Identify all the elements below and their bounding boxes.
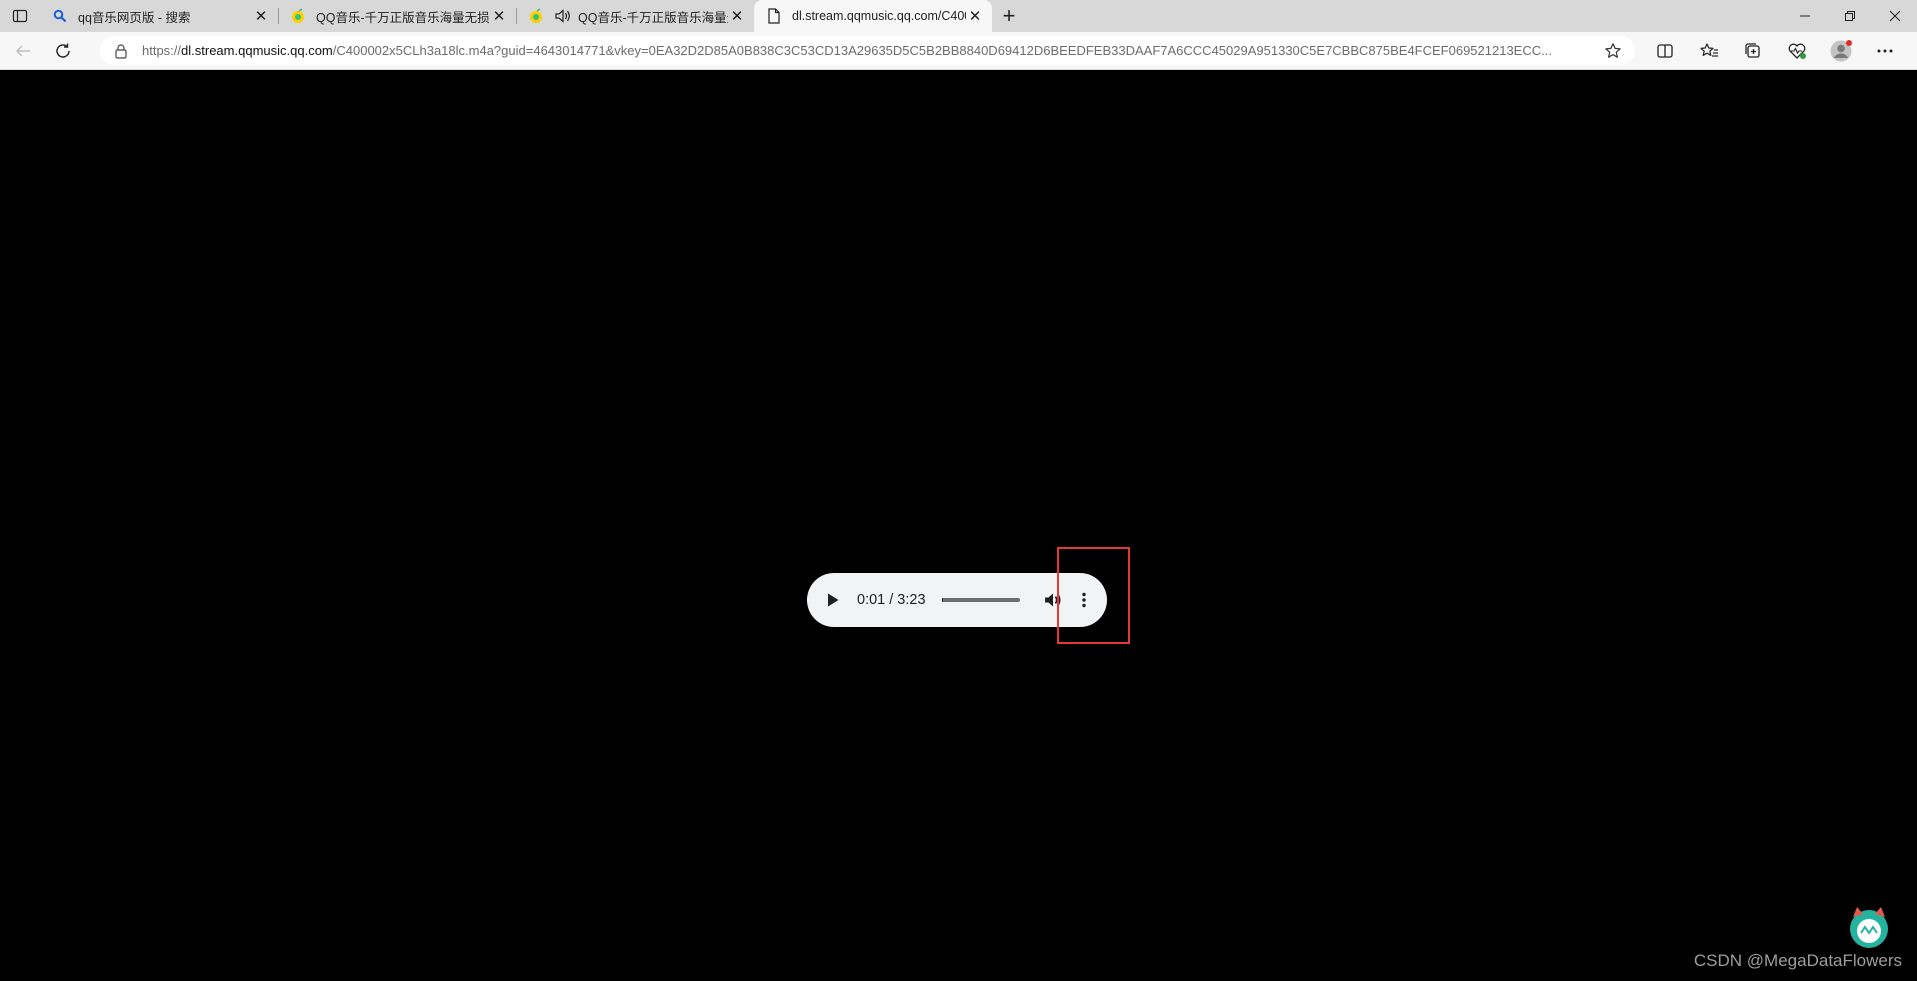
- close-window-icon: [1889, 10, 1900, 22]
- play-button[interactable]: [823, 590, 843, 610]
- close-icon[interactable]: ✕: [490, 7, 508, 25]
- tab-title: qq音乐网页版 - 搜索: [78, 10, 191, 25]
- seek-slider[interactable]: [941, 598, 1020, 602]
- tab-actions-button[interactable]: [0, 0, 40, 32]
- window-controls: [1782, 0, 1917, 32]
- watermark-text: CSDN @MegaDataFlowers: [1693, 951, 1902, 970]
- qq-music-icon: [528, 8, 544, 24]
- close-icon[interactable]: ✕: [966, 7, 984, 25]
- url-host: dl.stream.qqmusic.qq.com: [181, 43, 333, 58]
- star-icon: [1605, 42, 1621, 58]
- search-icon: [52, 8, 68, 24]
- favorites-icon: [1700, 43, 1718, 57]
- tab-search[interactable]: qq音乐网页版 - 搜索 ✕: [40, 0, 278, 32]
- browser-essentials-button[interactable]: [1775, 36, 1819, 66]
- favorite-star-button[interactable]: [1603, 41, 1623, 61]
- back-button[interactable]: [6, 36, 40, 66]
- heart-pulse-icon: [1788, 43, 1806, 59]
- watermark: CSDN @MegaDataFlowers: [1694, 951, 1902, 971]
- avatar-icon: [1830, 40, 1852, 62]
- url-text: https://dl.stream.qqmusic.qq.com/C400002…: [142, 43, 1603, 58]
- tab-actions-icon: [12, 9, 28, 23]
- close-window-button[interactable]: [1872, 0, 1917, 32]
- split-screen-button[interactable]: [1643, 36, 1687, 66]
- page-icon: [766, 8, 782, 24]
- settings-more-button[interactable]: [1863, 36, 1907, 66]
- split-screen-icon: [1657, 44, 1673, 58]
- speaker-icon[interactable]: [554, 8, 572, 24]
- more-horizontal-icon: [1877, 49, 1893, 53]
- url-path: /C400002x5CLh3a18lc.m4a?guid=4643014771&…: [332, 43, 1552, 58]
- restore-button[interactable]: [1827, 0, 1872, 32]
- new-tab-button[interactable]: +: [992, 0, 1026, 32]
- lock-icon[interactable]: [114, 43, 130, 59]
- tab-stream[interactable]: dl.stream.qqmusic.qq.com/C400002x5CLh3a1…: [754, 0, 992, 32]
- tab-qqmusic-1[interactable]: QQ音乐-千万正版音乐海量无损曲库 ✕: [278, 0, 516, 32]
- profile-button[interactable]: [1819, 36, 1863, 66]
- favorites-button[interactable]: [1687, 36, 1731, 66]
- tab-strip: qq音乐网页版 - 搜索 ✕ QQ音乐-千万正版音乐海量无损曲库 ✕ QQ音乐-…: [0, 0, 1917, 32]
- close-icon[interactable]: ✕: [728, 7, 746, 25]
- tab-qqmusic-2[interactable]: QQ音乐-千万正版音乐海量无损曲库 ✕: [516, 0, 754, 32]
- play-icon: [828, 593, 839, 607]
- csdn-mascot-icon: [1850, 907, 1888, 948]
- browser-toolbar: https://dl.stream.qqmusic.qq.com/C400002…: [0, 32, 1917, 70]
- reload-icon: [56, 43, 70, 58]
- toolbar-right: [1643, 36, 1907, 66]
- back-arrow-icon: [16, 45, 30, 56]
- collections-button[interactable]: [1731, 36, 1775, 66]
- restore-icon: [1844, 11, 1855, 21]
- collections-icon: [1745, 43, 1760, 58]
- qq-music-icon: [290, 8, 306, 24]
- tab-title: QQ音乐-千万正版音乐海量无损曲库: [578, 10, 728, 25]
- minimize-icon: [1799, 15, 1810, 17]
- address-bar[interactable]: https://dl.stream.qqmusic.qq.com/C400002…: [100, 36, 1635, 65]
- close-icon[interactable]: ✕: [252, 7, 270, 25]
- reload-button[interactable]: [46, 36, 80, 66]
- url-scheme: https://: [142, 43, 182, 58]
- tab-title: dl.stream.qqmusic.qq.com/C400002x5CLh3a1…: [792, 9, 966, 23]
- highlight-annotation: [1057, 547, 1130, 644]
- plus-icon: +: [1002, 3, 1016, 28]
- tab-title: QQ音乐-千万正版音乐海量无损曲库: [316, 10, 490, 25]
- time-display: 0:01 / 3:23: [857, 592, 926, 608]
- minimize-button[interactable]: [1782, 0, 1827, 32]
